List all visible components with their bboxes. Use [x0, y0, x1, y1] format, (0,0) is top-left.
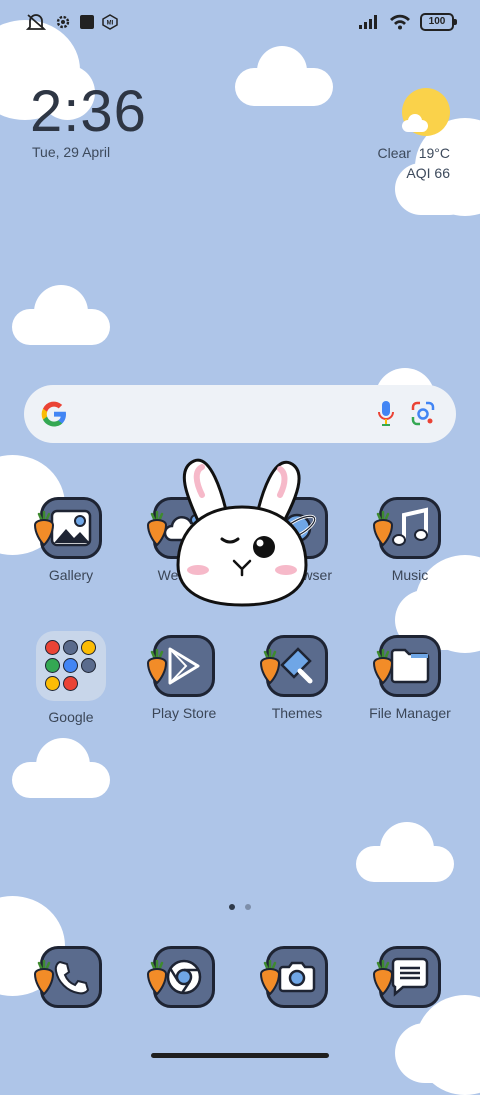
page-dot	[245, 904, 251, 910]
battery-icon: 100	[420, 13, 457, 31]
carrot-icon	[372, 649, 394, 685]
carrot-icon	[372, 960, 394, 996]
page-indicator[interactable]	[228, 903, 254, 911]
carrot-icon	[146, 649, 168, 685]
signal-icon	[359, 15, 377, 29]
bunny-sticker	[176, 458, 308, 607]
page-dot-active	[229, 904, 235, 910]
app-play-store[interactable]: Play Store	[129, 635, 239, 721]
carrot-icon	[372, 511, 394, 547]
square-icon	[80, 15, 94, 29]
weather-condition: Clear	[377, 145, 411, 161]
google-lens-icon[interactable]	[410, 400, 436, 428]
cloud-decoration	[12, 285, 110, 345]
vibrate-off-icon	[26, 14, 46, 30]
carrot-icon	[146, 511, 168, 547]
cloud-decoration	[356, 822, 454, 882]
carrot-icon	[259, 960, 281, 996]
app-label: Gallery	[48, 567, 94, 583]
app-file-manager[interactable]: File Manager	[355, 635, 465, 721]
app-label: Themes	[271, 705, 323, 721]
app-label: Music	[391, 567, 429, 583]
cloud-decoration	[12, 738, 110, 798]
dock-chrome[interactable]	[129, 946, 239, 1008]
google-g-icon	[41, 401, 66, 427]
google-search-bar[interactable]	[24, 385, 456, 443]
clock-date[interactable]: Tue, 29 April	[32, 144, 110, 160]
carrot-icon	[33, 960, 55, 996]
wifi-icon	[390, 14, 410, 30]
microphone-icon[interactable]	[376, 399, 396, 429]
mi-icon: MI	[102, 14, 118, 30]
dock-messages[interactable]	[355, 946, 465, 1008]
folder-google[interactable]: Google	[16, 631, 126, 725]
app-themes[interactable]: Themes	[242, 635, 352, 721]
weather-aqi: AQI 66	[406, 165, 450, 181]
gesture-nav-bar[interactable]	[151, 1053, 329, 1058]
dock-camera[interactable]	[242, 946, 352, 1008]
weather-temperature: 19°C	[418, 145, 450, 161]
app-gallery[interactable]: Gallery	[16, 497, 126, 583]
svg-text:MI: MI	[107, 21, 114, 27]
app-label: Google	[48, 709, 94, 725]
dock-phone[interactable]	[16, 946, 126, 1008]
carrot-icon	[33, 511, 55, 547]
app-label: File Manager	[369, 705, 451, 721]
weather-widget[interactable]: Clear 19°C AQI 66	[377, 143, 450, 183]
clock-time[interactable]: 2:36	[30, 78, 147, 145]
cloud-decoration	[235, 46, 333, 106]
small-cloud-icon	[402, 114, 428, 132]
carrot-icon	[259, 649, 281, 685]
app-music[interactable]: Music	[355, 497, 465, 583]
app-label: Play Store	[151, 705, 217, 721]
settings-icon	[56, 15, 70, 29]
folder-icon	[36, 631, 106, 701]
carrot-icon	[146, 960, 168, 996]
status-bar: MI 100	[0, 0, 480, 48]
